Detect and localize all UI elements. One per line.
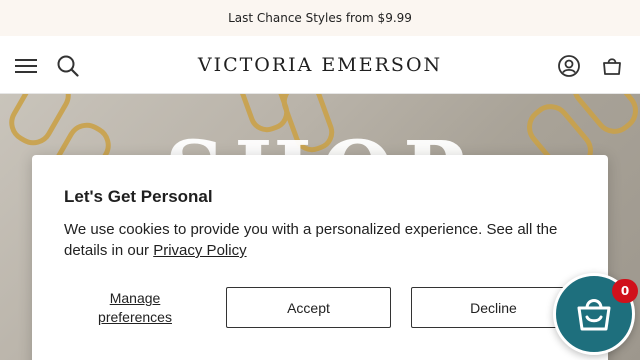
cart-count-badge: 0	[612, 279, 638, 303]
announcement-text: Last Chance Styles from $9.99	[228, 11, 412, 25]
manage-preferences-button[interactable]: Manage preferences	[80, 289, 190, 327]
decline-button[interactable]: Decline	[411, 287, 576, 328]
shopping-bag-icon	[577, 299, 611, 331]
announcement-bar: Last Chance Styles from $9.99	[0, 0, 640, 36]
cookie-consent-modal: Let's Get Personal We use cookies to pro…	[32, 155, 608, 360]
brand-logo[interactable]: VICTORIA EMERSON	[0, 54, 640, 76]
privacy-policy-link[interactable]: Privacy Policy	[153, 242, 246, 259]
account-icon[interactable]	[558, 55, 580, 77]
site-header: VICTORIA EMERSON	[0, 36, 640, 94]
modal-body-text: We use cookies to provide you with a per…	[64, 221, 558, 259]
cart-icon[interactable]	[601, 55, 623, 77]
modal-body: We use cookies to provide you with a per…	[64, 219, 584, 261]
modal-title: Let's Get Personal	[64, 187, 213, 206]
accept-button[interactable]: Accept	[226, 287, 391, 328]
